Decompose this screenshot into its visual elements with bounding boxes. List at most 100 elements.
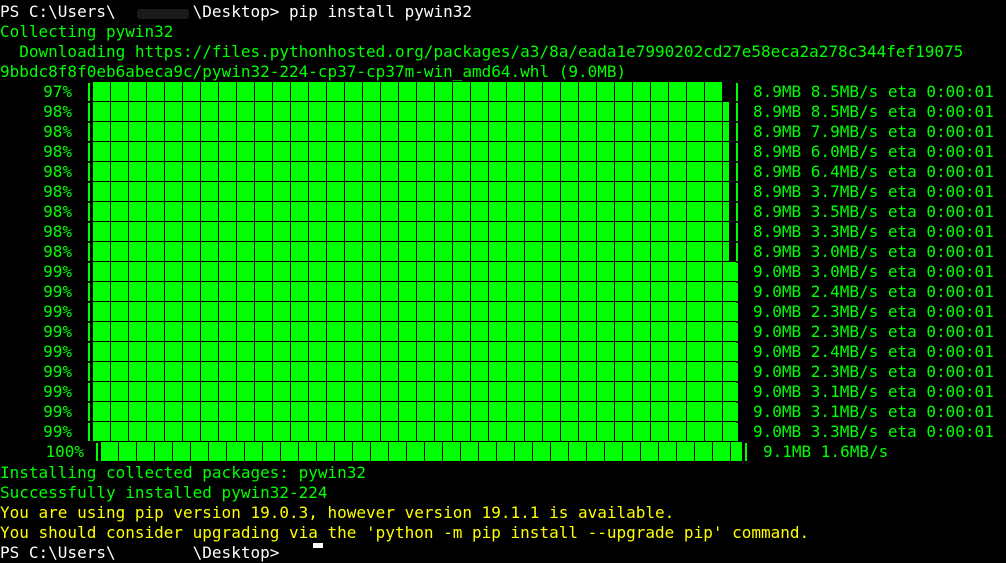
progress-stats: 8.9MB 3.7MB/s eta 0:00:01 <box>753 182 994 201</box>
progress-percent: 99% <box>43 342 72 361</box>
last-prompt-line: PS C:\Users\ \Desktop> <box>0 543 289 562</box>
progress-stats: 9.1MB 1.6MB/s <box>763 442 889 461</box>
progress-bar-fill <box>92 302 736 322</box>
progress-bar-right-edge <box>736 263 738 281</box>
progress-bar-left-edge <box>88 403 90 421</box>
progress-bar-fill <box>92 142 729 162</box>
progress-stats: 9.0MB 2.3MB/s eta 0:00:01 <box>753 362 994 381</box>
progress-bar-left-edge <box>88 303 90 321</box>
progress-bar-left-edge <box>88 103 90 121</box>
progress-percent: 98% <box>43 182 72 201</box>
progress-percent: 97% <box>43 82 72 101</box>
progress-bar-left-edge <box>88 263 90 281</box>
progress-bar-left-edge <box>88 163 90 181</box>
progress-stats: 8.9MB 3.0MB/s eta 0:00:01 <box>753 242 994 261</box>
progress-bar-right-edge <box>736 323 738 341</box>
progress-bar-fill <box>92 102 729 122</box>
progress-percent: 98% <box>43 162 72 181</box>
progress-bar-fill <box>92 122 729 142</box>
progress-bar-fill <box>92 242 729 262</box>
progress-percent: 98% <box>43 242 72 261</box>
progress-bar-left-edge <box>96 443 98 461</box>
progress-bar-left-edge <box>88 363 90 381</box>
progress-bar-fill <box>92 362 736 382</box>
progress-stats: 9.0MB 3.0MB/s eta 0:00:01 <box>753 262 994 281</box>
progress-percent: 99% <box>43 282 72 301</box>
progress-bar-right-edge <box>736 163 738 181</box>
progress-bar-right-edge <box>736 123 738 141</box>
progress-bar-left-edge <box>88 283 90 301</box>
progress-bar-right-edge <box>736 183 738 201</box>
progress-stats: 8.9MB 8.5MB/s eta 0:00:01 <box>753 102 994 121</box>
progress-bar-fill <box>92 222 729 242</box>
progress-bar-fill <box>92 382 736 402</box>
progress-percent: 98% <box>43 142 72 161</box>
progress-percent: 98% <box>43 222 72 241</box>
progress-percent: 99% <box>43 362 72 381</box>
progress-bar-fill <box>92 402 736 422</box>
progress-percent: 98% <box>43 122 72 141</box>
redacted-username <box>137 9 189 19</box>
progress-bar-fill <box>92 182 729 202</box>
progress-bar-right-edge <box>736 403 738 421</box>
progress-bar-fill <box>92 322 736 342</box>
progress-percent: 99% <box>43 402 72 421</box>
progress-bar-right-edge <box>736 303 738 321</box>
progress-percent: 99% <box>43 302 72 321</box>
progress-stats: 8.9MB 6.4MB/s eta 0:00:01 <box>753 162 994 181</box>
progress-bar-right-edge <box>736 423 738 441</box>
progress-bar-left-edge <box>88 323 90 341</box>
downloading-line-2: 9bbdc8f8f0eb6abeca9c/pywin32-224-cp37-cp… <box>0 62 627 81</box>
progress-bar-left-edge <box>88 383 90 401</box>
progress-stats: 8.9MB 3.3MB/s eta 0:00:01 <box>753 222 994 241</box>
progress-bar-left-edge <box>88 343 90 361</box>
progress-bar-fill <box>92 342 736 362</box>
progress-stats: 9.0MB 2.4MB/s eta 0:00:01 <box>753 342 994 361</box>
progress-stats: 8.9MB 6.0MB/s eta 0:00:01 <box>753 142 994 161</box>
success-line: Successfully installed pywin32-224 <box>0 483 328 502</box>
progress-bar-left-edge <box>88 203 90 221</box>
progress-bar-fill <box>92 202 729 222</box>
progress-percent: 99% <box>43 322 72 341</box>
progress-stats: 9.0MB 3.1MB/s eta 0:00:01 <box>753 382 994 401</box>
progress-bar-right-edge <box>736 103 738 121</box>
progress-bar-right-edge <box>736 343 738 361</box>
progress-stats: 9.0MB 3.1MB/s eta 0:00:01 <box>753 402 994 421</box>
progress-stats: 9.0MB 2.4MB/s eta 0:00:01 <box>753 282 994 301</box>
progress-bar-left-edge <box>88 183 90 201</box>
progress-bar-fill <box>92 262 736 282</box>
progress-percent: 99% <box>43 422 72 441</box>
progress-bar-right-edge <box>736 383 738 401</box>
progress-percent: 98% <box>43 102 72 121</box>
progress-stats: 8.9MB 3.5MB/s eta 0:00:01 <box>753 202 994 221</box>
progress-stats: 8.9MB 8.5MB/s eta 0:00:01 <box>753 82 994 101</box>
progress-bar-left-edge <box>88 123 90 141</box>
progress-bar-right-edge <box>736 363 738 381</box>
progress-bar-left-edge <box>88 423 90 441</box>
progress-percent: 98% <box>43 202 72 221</box>
progress-stats: 8.9MB 7.9MB/s eta 0:00:01 <box>753 122 994 141</box>
progress-percent: 100% <box>45 442 84 461</box>
text-cursor <box>313 543 323 548</box>
progress-percent: 99% <box>43 262 72 281</box>
progress-bar-left-edge <box>88 143 90 161</box>
progress-bar-left-edge <box>88 83 90 101</box>
progress-bar-left-edge <box>88 243 90 261</box>
progress-percent: 99% <box>43 382 72 401</box>
progress-bar-right-edge <box>736 243 738 261</box>
progress-stats: 9.0MB 2.3MB/s eta 0:00:01 <box>753 322 994 341</box>
progress-bar-right-edge <box>736 203 738 221</box>
progress-bar-fill <box>92 162 729 182</box>
progress-bar-fill <box>92 282 736 302</box>
warning-line-1: You are using pip version 19.0.3, howeve… <box>0 503 675 522</box>
progress-bar-right-edge <box>736 143 738 161</box>
installing-line: Installing collected packages: pywin32 <box>0 463 367 482</box>
progress-bar-fill <box>92 422 736 442</box>
terminal-window[interactable]: PS C:\Users\ \Desktop> pip install pywin… <box>0 0 1006 562</box>
warning-line-2: You should consider upgrading via the 'p… <box>0 523 810 542</box>
progress-bar-right-edge <box>736 223 738 241</box>
progress-bar-fill <box>100 442 742 462</box>
progress-bar-right-edge <box>736 83 738 101</box>
prompt-line: PS C:\Users\ \Desktop> pip install pywin… <box>0 2 473 21</box>
progress-bar-fill <box>92 82 723 102</box>
